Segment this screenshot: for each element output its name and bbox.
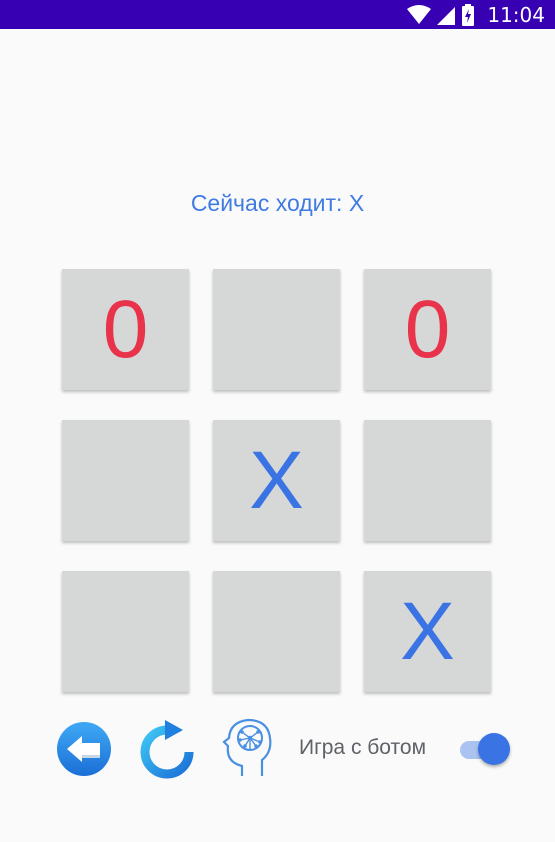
board-cell[interactable]: X: [364, 571, 491, 692]
battery-icon: [462, 3, 475, 26]
board-cell[interactable]: X: [213, 420, 340, 541]
board-cell[interactable]: [62, 420, 189, 541]
turn-indicator: Сейчас ходит: X: [190, 190, 365, 216]
controls-bar: Игра с ботом: [0, 716, 555, 780]
back-button[interactable]: [55, 720, 113, 781]
board-cell[interactable]: [213, 269, 340, 390]
toggle-thumb: [478, 733, 510, 765]
bot-mode-toggle[interactable]: [458, 732, 512, 766]
status-icons: 11:04: [407, 3, 545, 27]
wifi-icon: [407, 4, 432, 24]
cell-mark: X: [249, 434, 304, 526]
board-cell[interactable]: [213, 571, 340, 692]
bot-mode-label: Игра с ботом: [299, 736, 427, 759]
board-cell[interactable]: 0: [62, 269, 189, 390]
cell-mark: 0: [404, 283, 451, 375]
brain-head-icon: [222, 718, 272, 776]
board-cell[interactable]: [364, 420, 491, 541]
status-bar: 11:04: [0, 0, 555, 29]
cell-mark: 0: [102, 283, 149, 375]
restart-icon: [140, 720, 194, 779]
signal-icon: [437, 6, 456, 25]
status-time: 11:04: [487, 2, 545, 27]
board-cell[interactable]: [62, 571, 189, 692]
board-cell[interactable]: 0: [364, 269, 491, 390]
game-board: 0 0 X X: [62, 269, 492, 693]
cell-mark: X: [400, 585, 455, 677]
back-arrow-icon: [57, 722, 111, 776]
bot-mode-button[interactable]: [222, 716, 276, 781]
restart-button[interactable]: [139, 718, 195, 783]
